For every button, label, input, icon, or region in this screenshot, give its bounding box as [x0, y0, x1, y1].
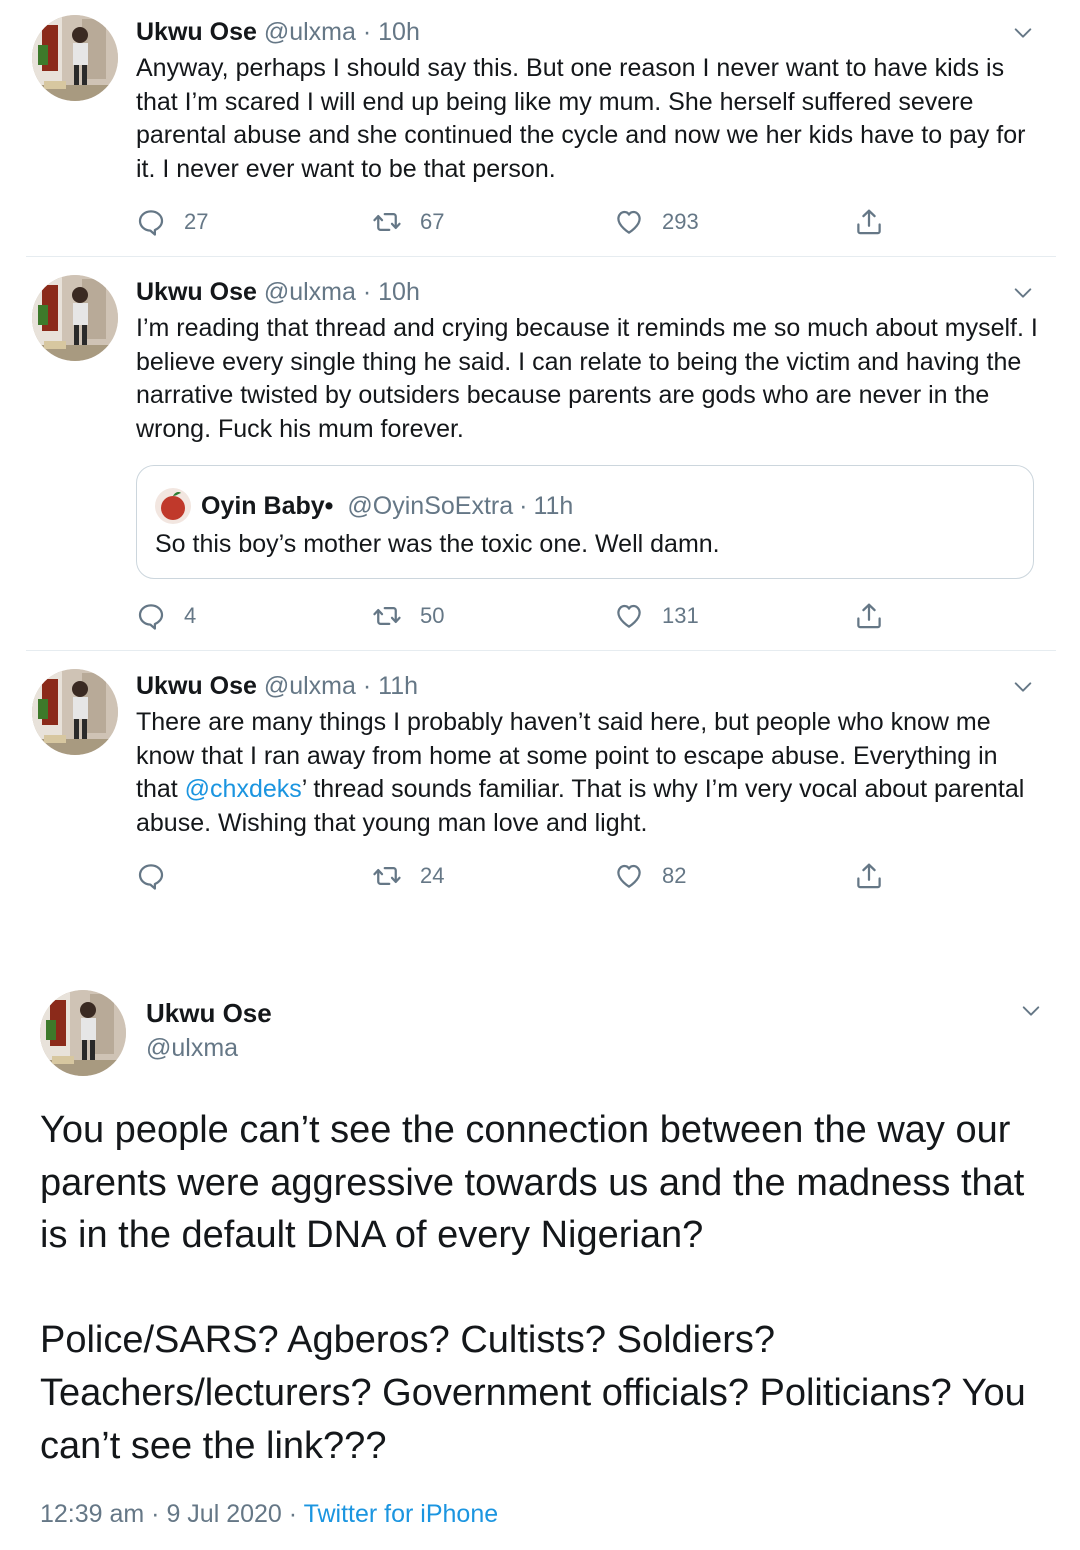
- tweet-actions: 27 67 293: [136, 204, 906, 240]
- avatar[interactable]: [32, 275, 118, 361]
- mention-link[interactable]: @chxdeks: [185, 775, 302, 803]
- like-button[interactable]: 131: [614, 598, 699, 634]
- quoted-tweet-text: So this boy’s mother was the toxic one. …: [155, 530, 720, 558]
- display-name[interactable]: Ukwu Ose: [146, 998, 272, 1029]
- handle[interactable]: @ulxma: [146, 1034, 238, 1063]
- retweet-count: 50: [420, 603, 445, 628]
- handle[interactable]: @ulxma: [264, 672, 356, 700]
- retweet-count: 24: [420, 863, 445, 888]
- retweet-button[interactable]: 67: [372, 204, 444, 240]
- retweet-button[interactable]: 24: [372, 858, 444, 894]
- reply-count: 4: [184, 603, 197, 628]
- retweet-button[interactable]: 50: [372, 598, 444, 634]
- timestamp[interactable]: 10h: [378, 278, 420, 306]
- speech-bubble-icon: [136, 601, 166, 631]
- source-link[interactable]: Twitter for iPhone: [304, 1500, 499, 1528]
- tweet-header: Ukwu Ose @ulxma · 11h: [136, 672, 418, 701]
- like-button[interactable]: 82: [614, 858, 686, 894]
- handle[interactable]: @ulxma: [264, 18, 356, 46]
- quoted-tweet-header: Oyin Baby• @OyinSoExtra · 11h: [155, 488, 573, 524]
- separator: ·: [362, 278, 372, 306]
- tweet-header: Ukwu Ose @ulxma · 10h: [136, 278, 420, 307]
- heart-icon: [614, 601, 644, 631]
- tweet[interactable]: Ukwu Ose @ulxma · 10h Anyway, perhaps I …: [26, 0, 1056, 256]
- retweet-icon: [372, 861, 402, 891]
- timestamp[interactable]: 12:39 am · 9 Jul 2020 ·: [40, 1500, 304, 1528]
- share-upload-icon: [854, 861, 884, 891]
- timestamp[interactable]: 10h: [378, 18, 420, 46]
- quoted-handle: @OyinSoExtra: [347, 491, 514, 520]
- reply-button[interactable]: [136, 858, 184, 894]
- separator: ·: [362, 672, 372, 700]
- chevron-down-icon[interactable]: [1020, 1000, 1042, 1022]
- tweet-text: Anyway, perhaps I should say this. But o…: [136, 54, 1026, 184]
- heart-icon: [614, 861, 644, 891]
- tweet-text: You people can’t see the connection betw…: [40, 1104, 1050, 1472]
- tweet[interactable]: Ukwu Ose @ulxma · 11h There are many thi…: [26, 654, 1056, 914]
- chevron-down-icon[interactable]: [1012, 22, 1034, 44]
- like-button[interactable]: 293: [614, 204, 699, 240]
- display-name[interactable]: Ukwu Ose: [136, 278, 257, 306]
- quoted-tweet[interactable]: Oyin Baby• @OyinSoExtra · 11h So this bo…: [136, 465, 1034, 579]
- tweet[interactable]: Ukwu Ose @ulxma · 10h I’m reading that t…: [26, 260, 1056, 650]
- avatar[interactable]: [32, 15, 118, 101]
- speech-bubble-icon: [136, 207, 166, 237]
- tweet-text: I’m reading that thread and crying becau…: [136, 314, 1038, 444]
- quoted-avatar: [155, 488, 191, 524]
- divider: [26, 650, 1056, 651]
- divider: [26, 256, 1056, 257]
- like-count: 82: [662, 863, 687, 888]
- tweet-footer: 12:39 am · 9 Jul 2020 · Twitter for iPho…: [40, 1500, 498, 1529]
- separator: ·: [362, 18, 372, 46]
- share-upload-icon: [854, 207, 884, 237]
- separator: ·: [519, 491, 528, 520]
- tweet-actions: 24 82: [136, 858, 906, 894]
- share-upload-icon: [854, 601, 884, 631]
- timestamp[interactable]: 11h: [378, 672, 418, 700]
- tweet-header: Ukwu Ose @ulxma · 10h: [136, 18, 420, 47]
- like-count: 131: [662, 603, 699, 628]
- share-button[interactable]: [854, 598, 884, 634]
- display-name[interactable]: Ukwu Ose: [136, 672, 257, 700]
- reply-count: 27: [184, 209, 209, 234]
- share-button[interactable]: [854, 858, 884, 894]
- handle[interactable]: @ulxma: [264, 278, 356, 306]
- like-count: 293: [662, 209, 699, 234]
- avatar[interactable]: [32, 669, 118, 755]
- avatar[interactable]: [40, 990, 126, 1076]
- retweet-icon: [372, 207, 402, 237]
- quoted-display-name: Oyin Baby•: [201, 491, 334, 520]
- retweet-icon: [372, 601, 402, 631]
- tweet-actions: 4 50 131: [136, 598, 906, 634]
- quoted-timestamp: 11h: [533, 491, 574, 520]
- tweet-text: There are many things I probably haven’t…: [136, 706, 1041, 841]
- speech-bubble-icon: [136, 861, 166, 891]
- tweet-paragraph: You people can’t see the connection betw…: [40, 1109, 1025, 1257]
- reply-button[interactable]: 27: [136, 204, 208, 240]
- reply-button[interactable]: 4: [136, 598, 196, 634]
- display-name[interactable]: Ukwu Ose: [136, 18, 257, 46]
- tweet-paragraph: Police/SARS? Agberos? Cultists? Soldiers…: [40, 1319, 1026, 1467]
- retweet-count: 67: [420, 209, 445, 234]
- chevron-down-icon[interactable]: [1012, 676, 1034, 698]
- chevron-down-icon[interactable]: [1012, 282, 1034, 304]
- heart-icon: [614, 207, 644, 237]
- share-button[interactable]: [854, 204, 884, 240]
